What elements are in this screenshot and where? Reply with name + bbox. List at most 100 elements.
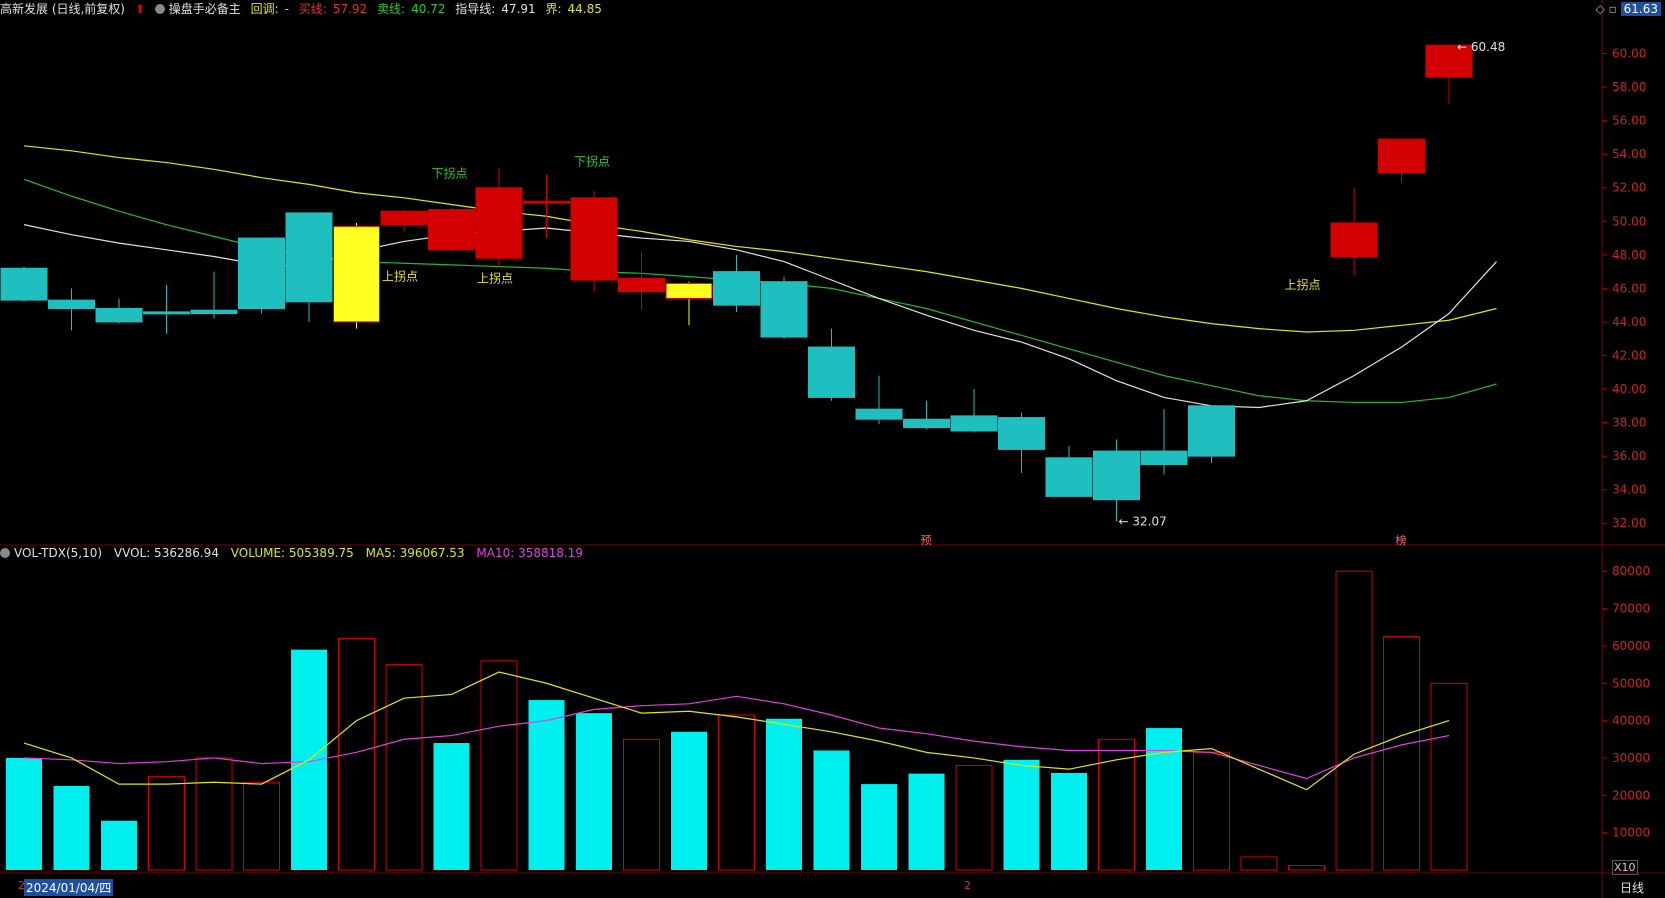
volume-ma5-line	[23, 671, 1450, 791]
volume-bar	[1051, 772, 1087, 870]
volume-tick-label: 50000	[1612, 676, 1650, 690]
ma5-value: MA5: 396067.53	[365, 546, 465, 560]
volume-bar	[1288, 865, 1325, 871]
price-tick-label: 48.00	[1612, 248, 1646, 262]
volume-tick-label: 70000	[1612, 602, 1650, 616]
volume-bar	[955, 764, 993, 871]
volume-bar	[480, 660, 518, 871]
settings-icon[interactable]	[0, 548, 10, 558]
month-mark-2: 2	[964, 879, 971, 892]
signal-up-label: 上拐点	[477, 270, 513, 285]
sell-label: 卖线:	[377, 2, 406, 16]
period-label[interactable]: 日线	[1620, 879, 1644, 896]
candle-body	[855, 408, 903, 420]
current-price: 61.63	[1620, 2, 1661, 16]
price-tick-label: 40.00	[1612, 382, 1646, 396]
signal-down-label: 下拐点	[574, 154, 610, 169]
volume-bar	[1430, 682, 1468, 871]
volume-bar	[908, 773, 945, 870]
candle-body	[1045, 457, 1093, 497]
volume-value: VOLUME: 505389.75	[230, 546, 354, 560]
ma10-value: MA10: 358818.19	[476, 546, 583, 560]
signal-up-label: 上拐点	[1285, 277, 1321, 292]
price-tick-label: 38.00	[1612, 416, 1646, 430]
volume-bar	[1240, 856, 1278, 871]
pullback-value: -	[284, 2, 289, 16]
volume-bar	[385, 664, 423, 871]
volume-bar	[718, 714, 755, 871]
price-tick-label: 50.00	[1612, 214, 1646, 228]
price-tick-label: 46.00	[1612, 281, 1646, 295]
candle-body	[665, 282, 713, 299]
top-right-controls: ◇ ▫ 61.63	[1596, 2, 1661, 16]
volume-bar	[195, 757, 233, 871]
multiplier-label: X10	[1612, 860, 1638, 875]
volume-tick-label: 30000	[1612, 751, 1650, 765]
buy-label: 买线:	[298, 2, 327, 16]
volume-bar	[101, 820, 137, 870]
volume-indicator-name[interactable]: VOL-TDX(5,10)	[14, 546, 102, 560]
price-tick-label: 54.00	[1612, 147, 1646, 161]
volume-bar	[1098, 738, 1135, 871]
volume-tick-label: 20000	[1612, 788, 1650, 802]
volume-tick-label: 10000	[1612, 826, 1650, 840]
candle-body	[950, 415, 998, 432]
price-tick-label: 32.00	[1612, 516, 1646, 530]
candle-body	[333, 225, 380, 323]
price-tick-label: 52.00	[1612, 181, 1646, 195]
price-tick-label: 42.00	[1612, 348, 1646, 362]
stock-chart[interactable]: 32.00 34.00 36.00 38.00 40.00 42.00 44.00 46.00…	[0, 0, 1665, 898]
candle-body	[998, 417, 1045, 450]
volume-bar	[861, 784, 897, 870]
settings-icon[interactable]	[154, 4, 165, 14]
volume-bar	[1383, 636, 1420, 871]
bound-label: 界:	[545, 2, 562, 16]
low-price-label: ← 32.07	[1119, 515, 1167, 529]
volume-bar	[813, 750, 850, 870]
price-tick-label: 36.00	[1612, 449, 1646, 463]
price-tick-label: 34.00	[1612, 483, 1646, 497]
candle-body	[713, 271, 760, 306]
diamond-icon[interactable]: ◇	[1596, 2, 1605, 16]
volume-bar	[1003, 759, 1040, 870]
candle-body	[285, 212, 333, 303]
volume-tick-label: 80000	[1612, 564, 1650, 578]
candle-body	[48, 299, 95, 310]
indicator-name[interactable]: 操盘手必备主	[169, 2, 241, 16]
volume-ma10-line	[23, 695, 1450, 780]
candle-body	[0, 267, 48, 301]
candle-body	[808, 346, 855, 398]
stock-title[interactable]: 高新发展 (日线,前复权)	[0, 2, 125, 16]
candle-body	[570, 197, 618, 281]
candle-body	[1188, 405, 1235, 457]
candle-body	[760, 281, 808, 338]
marker-label: 榜	[1396, 533, 1407, 547]
volume-bar	[148, 776, 185, 871]
candle-body	[190, 309, 238, 315]
candle-body	[143, 311, 190, 315]
volume-bar	[1146, 728, 1182, 870]
volume-bar	[6, 757, 42, 870]
volume-bar	[433, 743, 470, 870]
guide-label: 指导线:	[455, 2, 496, 16]
volume-bar	[1335, 570, 1373, 871]
bound-value: 44.85	[567, 2, 602, 16]
candle-body	[1330, 222, 1378, 258]
volume-bar	[671, 731, 707, 870]
volume-bar	[53, 785, 90, 870]
marker-label: 预	[921, 534, 932, 547]
price-tick-label: 56.00	[1612, 114, 1646, 128]
candle-body	[95, 308, 143, 323]
main-header: 高新发展 (日线,前复权) ⬆ 操盘手必备主 回调: - 买线: 57.92 卖线:…	[0, 0, 1600, 16]
signal-up-label: 上拐点	[382, 269, 418, 284]
volume-bar	[528, 700, 565, 870]
scroll-icon[interactable]: ▫	[1609, 2, 1617, 16]
month-mark-1: 2	[18, 879, 25, 892]
date-label: 2024/01/04/四	[24, 879, 114, 896]
volume-bar	[623, 738, 660, 871]
volume-header: VOL-TDX(5,10) VVOL: 536286.94 VOLUME: 50…	[0, 546, 591, 560]
sell-value: 40.72	[411, 2, 446, 16]
volume-bar	[243, 781, 280, 871]
signal-down-label: 下拐点	[432, 165, 468, 180]
candle-body	[380, 210, 428, 226]
